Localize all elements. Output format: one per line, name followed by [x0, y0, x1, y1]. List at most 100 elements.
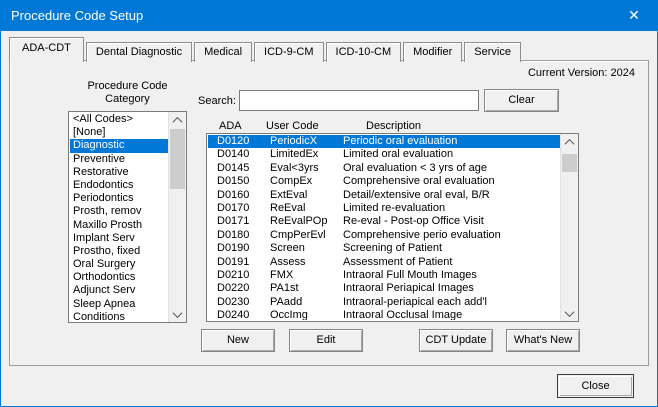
description-cell: Comprehensive oral evaluation	[343, 175, 495, 188]
ada-cell: D0171	[217, 215, 249, 228]
ada-cell: D0210	[217, 269, 249, 282]
table-scrollbar-thumb[interactable]	[562, 154, 577, 172]
table-row[interactable]: D0180CmpPerEvlComprehensive perio evalua…	[208, 229, 561, 242]
search-input[interactable]	[239, 90, 479, 111]
tab-icd-9-cm[interactable]: ICD-9-CM	[254, 42, 324, 62]
new-button[interactable]: New	[201, 329, 275, 352]
category-item[interactable]: Restorative	[70, 166, 169, 179]
whats-new-button[interactable]: What's New	[506, 329, 580, 352]
close-button[interactable]: Close	[557, 374, 634, 398]
chevron-up-icon	[565, 138, 575, 148]
scroll-up-icon[interactable]	[561, 134, 578, 150]
tab-dental-diagnostic[interactable]: Dental Diagnostic	[86, 42, 192, 62]
category-item[interactable]: [None]	[70, 126, 169, 139]
description-cell: Intraoral Periapical Images	[343, 282, 474, 295]
search-label: Search:	[198, 95, 236, 107]
category-listbox[interactable]: <All Codes>[None]DiagnosticPreventiveRes…	[68, 111, 187, 323]
category-item[interactable]: Prostho, fixed	[70, 245, 169, 258]
table-row[interactable]: D0230 PAadd Intraoral-periapical each add'…	[208, 296, 561, 309]
category-item[interactable]: <All Codes>	[70, 113, 169, 126]
description-cell: Limited re-evaluation	[343, 202, 445, 215]
user-code-cell: LimitedEx	[270, 148, 318, 161]
ada-cell: D0220	[217, 282, 249, 295]
category-item[interactable]: Diagnostic	[70, 139, 169, 152]
scroll-down-icon[interactable]	[561, 305, 578, 321]
close-icon[interactable]: ✕	[615, 1, 653, 31]
category-item[interactable]: Maxillo Prosth	[70, 219, 169, 232]
category-item[interactable]: Orthodontics	[70, 271, 169, 284]
category-item[interactable]: Preventive	[70, 153, 169, 166]
description-cell: Detail/extensive oral eval, B/R	[343, 189, 490, 202]
user-code-cell: PAadd	[270, 296, 302, 309]
table-row[interactable]: D0191AssessAssessment of Patient	[208, 256, 561, 269]
category-items: <All Codes>[None]DiagnosticPreventiveRes…	[70, 113, 169, 321]
user-code-cell: ReEvalPOp	[270, 215, 327, 228]
category-item[interactable]: Periodontics	[70, 192, 169, 205]
chevron-down-icon	[173, 308, 183, 318]
table-row[interactable]: D0145Eval<3yrsOral evaluation < 3 yrs of…	[208, 162, 561, 175]
category-label: Procedure Code Category	[68, 80, 187, 106]
table-row[interactable]: D0240OccImgIntraoral Occlusal Image	[208, 309, 561, 320]
ada-cell: D0140	[217, 148, 249, 161]
table-row[interactable]: D0120PeriodicXPeriodic oral evaluation	[208, 135, 561, 148]
ada-cell: D0120	[217, 135, 249, 148]
table-scrollbar[interactable]	[560, 134, 578, 321]
user-code-cell: Assess	[270, 256, 305, 269]
window-title: Procedure Code Setup	[11, 1, 143, 31]
ada-cell: D0150	[217, 175, 249, 188]
description-cell: Screening of Patient	[343, 242, 442, 255]
category-item[interactable]: Adjunct Serv	[70, 284, 169, 297]
table-row[interactable]: D0150 CompEx Comprehensive oral evaluation	[208, 175, 561, 188]
user-code-cell: ReEval	[270, 202, 305, 215]
description-cell: Intraoral-periapical each add'l	[343, 296, 487, 309]
table-row[interactable]: D0210 FMX Intraoral Full Mouth Images	[208, 269, 561, 282]
column-header-user-code: User Code	[266, 120, 319, 132]
user-code-cell: FMX	[270, 269, 293, 282]
user-code-cell: PA1st	[270, 282, 299, 295]
table-row[interactable]: D0220 PA1st Intraoral Periapical Images	[208, 282, 561, 295]
procedure-code-setup-dialog: Procedure Code Setup ✕ ADA-CDTDental Dia…	[0, 0, 658, 407]
category-item[interactable]: Conditions	[70, 311, 169, 321]
category-scrollbar-thumb[interactable]	[170, 129, 185, 189]
category-item[interactable]: Sleep Apnea	[70, 298, 169, 311]
clear-button[interactable]: Clear	[484, 89, 559, 112]
current-version-label: Current Version: 2024	[528, 67, 635, 79]
user-code-cell: Eval<3yrs	[270, 162, 319, 175]
chevron-up-icon	[173, 116, 183, 126]
procedure-table-rows: D0120PeriodicXPeriodic oral evaluationD0…	[208, 135, 561, 320]
ada-cell: D0190	[217, 242, 249, 255]
description-cell: Comprehensive perio evaluation	[343, 229, 501, 242]
tab-medical[interactable]: Medical	[194, 42, 252, 62]
category-scrollbar[interactable]	[168, 112, 186, 322]
description-cell: Intraoral Full Mouth Images	[343, 269, 477, 282]
tab-bar: ADA-CDTDental DiagnosticMedicalICD-9-CMI…	[9, 39, 523, 62]
ada-cell: D0230	[217, 296, 249, 309]
chevron-down-icon	[565, 307, 575, 317]
tab-ada-cdt[interactable]: ADA-CDT	[9, 37, 84, 62]
tab-icd-10-cm[interactable]: ICD-10-CM	[326, 42, 402, 62]
ada-cell: D0240	[217, 309, 249, 320]
scroll-down-icon[interactable]	[169, 306, 186, 322]
user-code-cell: PeriodicX	[270, 135, 317, 148]
user-code-cell: CmpPerEvl	[270, 229, 326, 242]
user-code-cell: CompEx	[270, 175, 312, 188]
category-item[interactable]: Prosth, remov	[70, 205, 169, 218]
edit-button[interactable]: Edit	[289, 329, 363, 352]
category-item[interactable]: Implant Serv	[70, 232, 169, 245]
table-row[interactable]: D0190ScreenScreening of Patient	[208, 242, 561, 255]
user-code-cell: ExtEval	[270, 189, 307, 202]
tab-modifier[interactable]: Modifier	[403, 42, 462, 62]
cdt-update-button[interactable]: CDT Update	[419, 329, 493, 352]
table-row[interactable]: D0140LimitedExLimited oral evaluation	[208, 148, 561, 161]
tab-service[interactable]: Service	[464, 42, 521, 62]
table-row[interactable]: D0160ExtEvalDetail/extensive oral eval, …	[208, 189, 561, 202]
category-item[interactable]: Endodontics	[70, 179, 169, 192]
category-label-line2: Category	[68, 93, 187, 106]
scroll-up-icon[interactable]	[169, 112, 186, 128]
table-row[interactable]: D0170ReEvalLimited re-evaluation	[208, 202, 561, 215]
column-header-description: Description	[366, 120, 421, 132]
procedure-table[interactable]: D0120PeriodicXPeriodic oral evaluationD0…	[206, 133, 579, 322]
category-item[interactable]: Oral Surgery	[70, 258, 169, 271]
description-cell: Re-eval - Post-op Office Visit	[343, 215, 484, 228]
table-row[interactable]: D0171 ReEvalPOp Re-eval - Post-op Office V…	[208, 215, 561, 228]
